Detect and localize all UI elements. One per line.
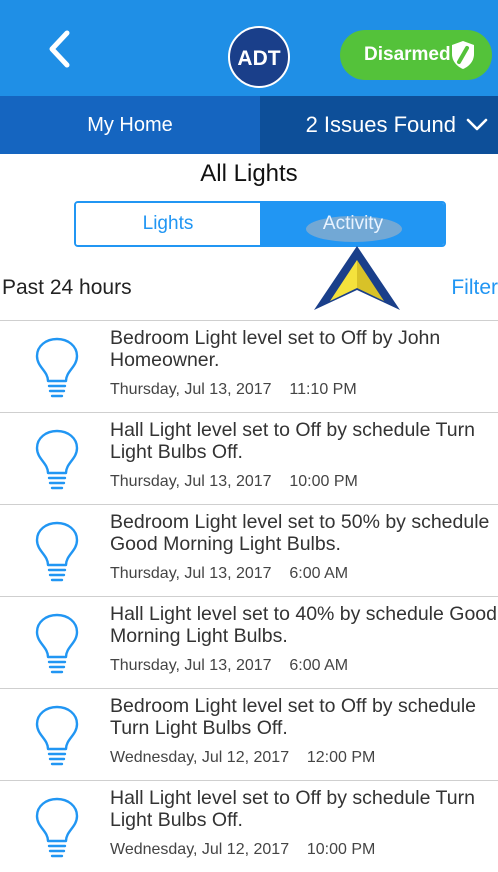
back-button[interactable] xyxy=(36,27,86,71)
lightbulb-icon xyxy=(35,705,79,766)
lightbulb-icon xyxy=(35,613,79,674)
chevron-down-icon xyxy=(466,118,488,131)
activity-timestamp: Thursday, Jul 13, 2017 6:00 AM xyxy=(110,657,349,674)
lightbulb-icon xyxy=(35,797,79,858)
security-status-button[interactable]: Disarmed xyxy=(340,30,492,80)
activity-timestamp: Thursday, Jul 13, 2017 6:00 AM xyxy=(110,565,349,582)
tap-highlight xyxy=(306,216,402,242)
shield-icon xyxy=(452,41,474,69)
activity-timestamp: Wednesday, Jul 12, 2017 12:00 PM xyxy=(110,749,376,766)
list-item[interactable]: Hall Light level set to Off by schedule … xyxy=(0,780,498,872)
top-bar: ADT Disarmed xyxy=(0,0,498,96)
list-item[interactable]: Hall Light level set to Off by schedule … xyxy=(0,412,498,504)
time-range-label: Past 24 hours xyxy=(2,276,132,299)
activity-timestamp: Thursday, Jul 13, 2017 11:10 PM xyxy=(110,381,357,398)
list-item[interactable]: Bedroom Light level set to 50% by schedu… xyxy=(0,504,498,596)
activity-message: Hall Light level set to 40% by schedule … xyxy=(110,603,497,647)
filter-button[interactable]: Filter xyxy=(451,276,498,300)
tab-lights-label: Lights xyxy=(142,213,194,234)
adt-logo: ADT xyxy=(228,26,290,88)
list-item[interactable]: Bedroom Light level set to Off by John H… xyxy=(0,320,498,412)
activity-timestamp: Wednesday, Jul 12, 2017 10:00 PM xyxy=(110,841,376,858)
page-title: All Lights xyxy=(200,160,298,187)
activity-timestamp: Thursday, Jul 13, 2017 10:00 PM xyxy=(110,473,358,490)
list-item[interactable]: Hall Light level set to 40% by schedule … xyxy=(0,596,498,688)
arrow-pointer-icon xyxy=(314,246,400,310)
sub-navigation: My Home 2 Issues Found xyxy=(0,96,498,154)
activity-message: Bedroom Light level set to Off by John H… xyxy=(110,327,441,371)
status-label: Disarmed xyxy=(364,44,451,65)
activity-message: Bedroom Light level set to 50% by schedu… xyxy=(110,511,490,555)
lightbulb-icon xyxy=(35,337,79,398)
chevron-left-icon xyxy=(49,30,70,68)
my-home-label: My Home xyxy=(87,113,173,136)
activity-message: Hall Light level set to Off by schedule … xyxy=(110,419,475,463)
logo-text: ADT xyxy=(237,47,280,70)
activity-message: Hall Light level set to Off by schedule … xyxy=(110,787,475,831)
issues-dropdown[interactable]: 2 Issues Found xyxy=(260,96,498,154)
lightbulb-icon xyxy=(35,429,79,490)
list-item[interactable]: Bedroom Light level set to Off by schedu… xyxy=(0,688,498,780)
activity-message: Bedroom Light level set to Off by schedu… xyxy=(110,695,477,739)
lightbulb-icon xyxy=(35,521,79,582)
activity-list: Bedroom Light level set to Off by John H… xyxy=(0,320,498,872)
tab-lights[interactable]: Lights xyxy=(76,203,260,245)
my-home-tab[interactable]: My Home xyxy=(0,96,260,154)
issues-label: 2 Issues Found xyxy=(305,112,456,137)
